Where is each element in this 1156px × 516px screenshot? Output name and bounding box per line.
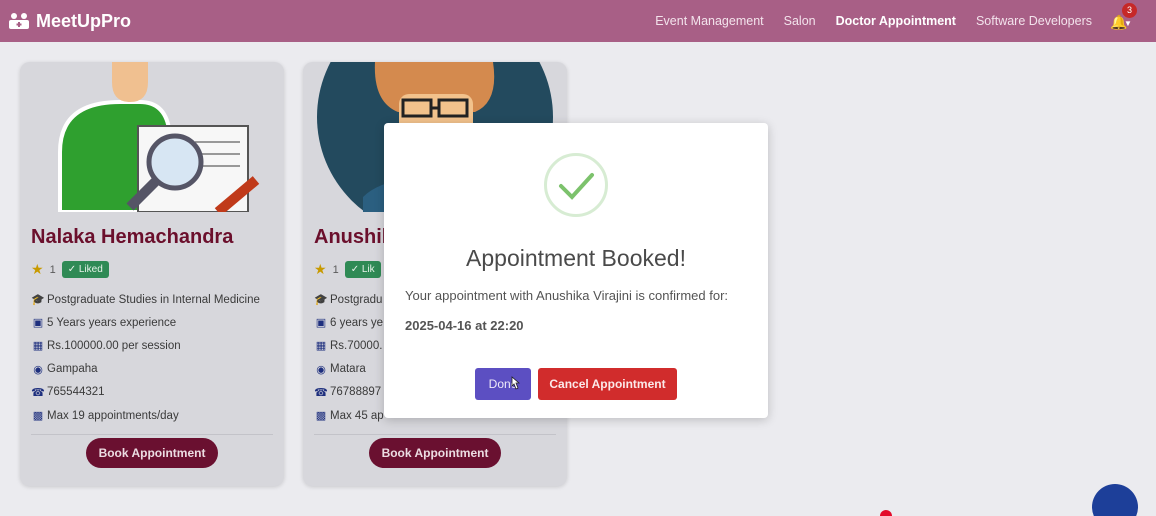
mouse-cursor-icon xyxy=(511,376,520,390)
specialization: Postgraduate Studies in Internal Medicin… xyxy=(47,293,260,306)
brand[interactable]: MeetUpPro xyxy=(8,11,131,32)
fee: Rs.100000.00 per session xyxy=(47,339,181,352)
appointment-success-modal: Appointment Booked! Your appointment wit… xyxy=(384,123,768,418)
doctor-logo-icon xyxy=(9,13,29,29)
location: Gampaha xyxy=(47,363,98,376)
specialization-row: 🎓 Postgraduate Studies in Internal Medici… xyxy=(31,288,281,311)
liked-badge[interactable]: ✓ Lik xyxy=(344,261,381,278)
modal-title: Appointment Booked! xyxy=(466,245,686,271)
calendar-icon: ▩ xyxy=(32,410,44,423)
brand-name: MeetUpPro xyxy=(36,10,132,31)
graduation-cap-icon: 🎓 xyxy=(314,294,328,307)
fee: Rs.70000. xyxy=(330,339,383,352)
success-check-icon xyxy=(544,153,608,217)
rating-value: 1 xyxy=(49,263,56,276)
experience-row: ▣ 5 Years years experience xyxy=(31,311,281,334)
nav-doctor-appointment[interactable]: Doctor Appointment xyxy=(836,14,956,28)
max-appointments: Max 45 ap xyxy=(330,409,384,422)
liked-label: Lik xyxy=(361,264,375,275)
nav-salon[interactable]: Salon xyxy=(784,14,816,28)
max-appointments: Max 19 appointments/day xyxy=(47,409,179,422)
chevron-down-icon: ▼ xyxy=(1124,19,1132,28)
nav-software-developers[interactable]: Software Developers xyxy=(976,14,1092,28)
location-row: ◉ Gampaha xyxy=(31,358,281,381)
money-icon: ▦ xyxy=(32,340,44,353)
book-appointment-button[interactable]: Book Appointment xyxy=(86,438,218,468)
star-icon: ★ xyxy=(314,261,327,277)
doctor-name: Nalaka Hemachandra xyxy=(31,226,234,248)
chat-icon[interactable] xyxy=(1092,484,1138,516)
liked-label: Liked xyxy=(78,264,103,275)
card-divider xyxy=(31,434,273,435)
specialization: Postgradu xyxy=(330,293,383,306)
phone-row: ☎ 765544321 xyxy=(31,381,281,404)
calendar-icon: ▩ xyxy=(315,410,327,423)
check-icon: ✓ xyxy=(67,264,79,275)
location: Matara xyxy=(330,363,366,376)
experience: 6 years ye xyxy=(330,316,384,329)
done-button[interactable]: Done xyxy=(475,368,531,400)
check-mark xyxy=(559,173,594,200)
book-appointment-button[interactable]: Book Appointment xyxy=(369,438,501,468)
card-divider xyxy=(314,434,556,435)
star-icon: ★ xyxy=(31,261,44,277)
rating-row: ★ 1 ✓ Liked xyxy=(31,261,109,278)
phone: 76788897 xyxy=(330,386,382,399)
max-appointments-row: ▩ Max 19 appointments/day xyxy=(31,404,281,427)
nav-event-management[interactable]: Event Management xyxy=(655,14,763,28)
money-icon: ▦ xyxy=(315,340,327,353)
recording-indicator xyxy=(880,510,892,516)
liked-badge[interactable]: ✓ Liked xyxy=(61,261,109,278)
fee-row: ▦ Rs.100000.00 per session xyxy=(31,334,281,357)
check-icon: ✓ xyxy=(350,264,362,275)
cancel-appointment-button[interactable]: Cancel Appointment xyxy=(538,368,677,400)
phone-icon: ☎ xyxy=(31,386,45,399)
rating-value: 1 xyxy=(332,263,339,276)
location-pin-icon: ◉ xyxy=(33,363,43,376)
notification-badge: 3 xyxy=(1122,3,1137,18)
phone: 765544321 xyxy=(47,386,105,399)
doctor-details: 🎓 Postgraduate Studies in Internal Medici… xyxy=(31,288,281,427)
nav-links: Event Management Salon Doctor Appointmen… xyxy=(655,0,1092,42)
modal-message: Your appointment with Anushika Virajini … xyxy=(405,288,729,303)
briefcase-icon: ▣ xyxy=(32,317,44,330)
doctor-card: Nalaka Hemachandra ★ 1 ✓ Liked 🎓 Postgrad… xyxy=(20,62,284,486)
phone-icon: ☎ xyxy=(314,386,328,399)
briefcase-icon: ▣ xyxy=(315,317,327,330)
experience: 5 Years years experience xyxy=(47,316,177,329)
doctor-name: Anushil xyxy=(314,226,388,248)
graduation-cap-icon: 🎓 xyxy=(31,294,45,307)
location-pin-icon: ◉ xyxy=(316,363,326,376)
rating-row: ★ 1 ✓ Lik xyxy=(314,261,381,278)
doctor-avatar-image xyxy=(20,62,284,212)
top-navbar: MeetUpPro Event Management Salon Doctor … xyxy=(0,0,1156,42)
notifications-dropdown[interactable]: 🔔 ▼ 3 xyxy=(1108,3,1138,34)
appointment-datetime: 2025-04-16 at 22:20 xyxy=(405,318,524,333)
